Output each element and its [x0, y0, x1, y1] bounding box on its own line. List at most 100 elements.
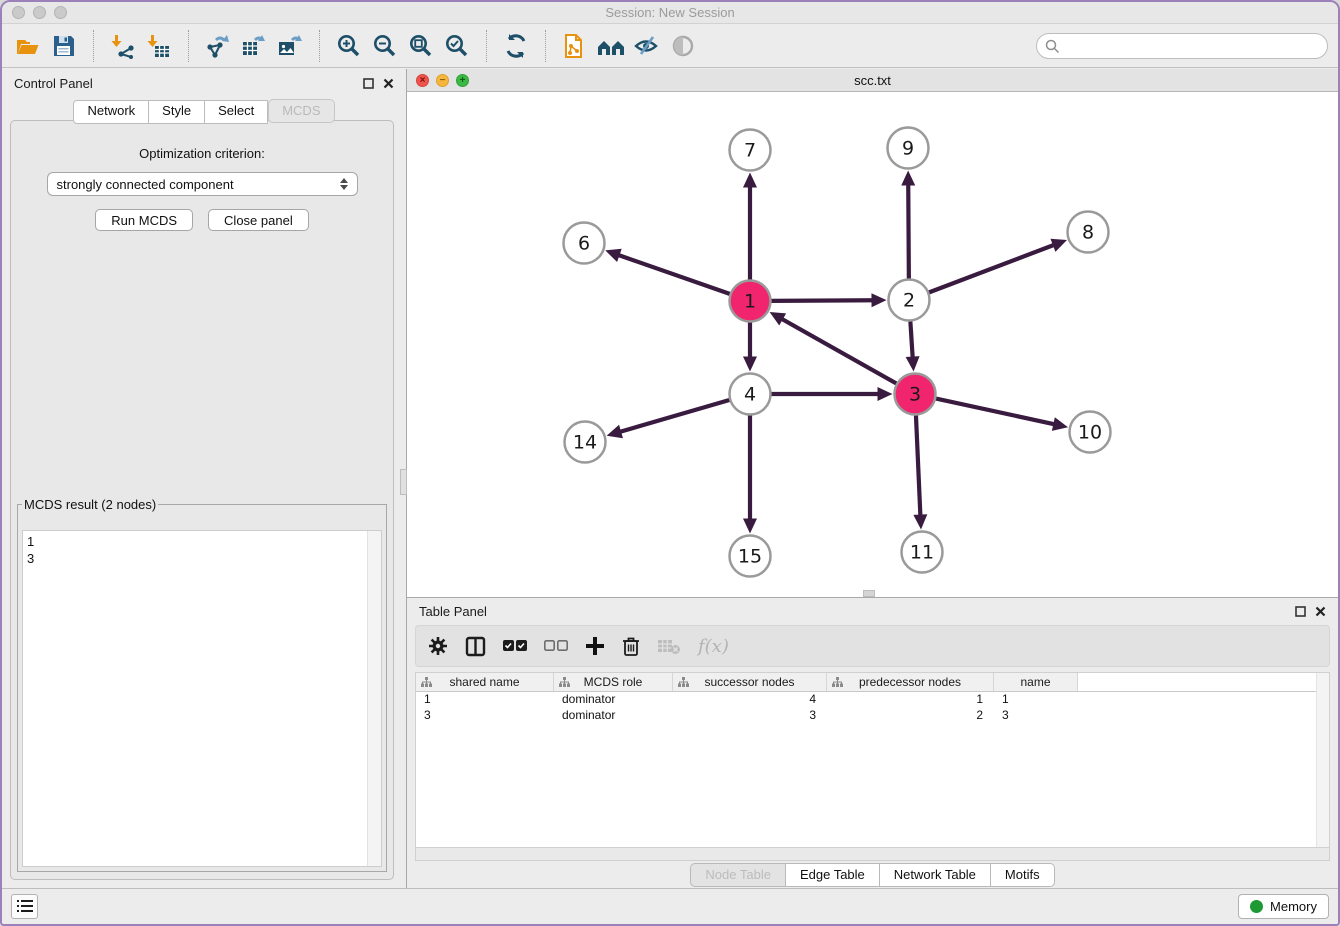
panel-splitter-handle[interactable] [400, 469, 407, 495]
graph-node-label: 1 [744, 291, 756, 313]
delete-row-icon[interactable] [622, 636, 640, 657]
table-cell[interactable]: 3 [994, 708, 1078, 724]
frame-minimize-icon[interactable]: − [436, 74, 449, 87]
float-panel-icon[interactable] [1295, 606, 1306, 617]
column-header-label: shared name [449, 675, 519, 689]
tab-edge-table[interactable]: Edge Table [786, 863, 880, 887]
graph-edge-2-9[interactable] [908, 182, 909, 278]
search-field[interactable] [1036, 33, 1328, 59]
apply-preferred-layout-icon[interactable] [500, 30, 532, 62]
memory-label: Memory [1270, 899, 1317, 914]
table-row[interactable]: 1dominator411 [416, 692, 1329, 708]
graph-node-label: 10 [1078, 422, 1102, 444]
unselect-all-icon[interactable] [544, 639, 568, 653]
column-header-predecessor-nodes[interactable]: predecessor nodes [827, 673, 994, 691]
status-bar: Memory [2, 888, 1338, 924]
delete-table-icon[interactable] [657, 637, 681, 655]
graph-edge-2-8[interactable] [929, 244, 1056, 292]
new-network-from-selection-icon[interactable] [559, 30, 591, 62]
tab-network-table[interactable]: Network Table [880, 863, 991, 887]
zoom-selected-icon[interactable] [441, 30, 473, 62]
table-tabs: Node TableEdge TableNetwork TableMotifs [690, 863, 1054, 887]
graph-edge-3-1[interactable] [780, 318, 896, 384]
add-row-icon[interactable] [585, 636, 605, 656]
search-input[interactable] [1066, 39, 1319, 54]
tab-node-table[interactable]: Node Table [690, 863, 786, 887]
graph-node-label: 15 [738, 546, 762, 568]
graph-edge-3-11[interactable] [916, 415, 921, 517]
control-panel-header: Control Panel [2, 69, 406, 97]
column-header-shared-name[interactable]: shared name [416, 673, 554, 691]
float-panel-icon[interactable] [363, 78, 374, 89]
select-all-icon[interactable] [503, 639, 527, 653]
zoom-in-icon[interactable] [333, 30, 365, 62]
close-panel-button[interactable]: Close panel [208, 209, 309, 231]
minimize-window-button[interactable] [33, 6, 46, 19]
show-all-icon[interactable] [667, 30, 699, 62]
task-history-button[interactable] [11, 894, 38, 919]
graph-edge-4-14[interactable] [618, 400, 729, 432]
graph-node-label: 14 [573, 432, 597, 454]
run-mcds-button[interactable]: Run MCDS [95, 209, 193, 231]
table-cell[interactable]: dominator [554, 708, 673, 724]
close-window-button[interactable] [12, 6, 25, 19]
graph-edge-1-6[interactable] [617, 254, 730, 294]
column-type-icon [678, 677, 689, 687]
toolbar-separator [319, 30, 320, 62]
close-panel-icon[interactable] [1315, 606, 1326, 617]
tab-network[interactable]: Network [73, 100, 149, 124]
memory-button[interactable]: Memory [1238, 894, 1329, 919]
table-options-icon[interactable] [428, 636, 448, 656]
canvas-hscroll-thumb[interactable] [863, 590, 875, 597]
close-panel-icon[interactable] [383, 78, 394, 89]
edge-arrowhead [743, 357, 757, 372]
first-neighbors-icon[interactable] [595, 30, 627, 62]
export-image-icon[interactable] [274, 30, 306, 62]
maximize-window-button[interactable] [54, 6, 67, 19]
tab-style[interactable]: Style [149, 100, 205, 124]
table-cell[interactable]: dominator [554, 692, 673, 708]
table-cell[interactable]: 1 [994, 692, 1078, 708]
tab-motifs[interactable]: Motifs [991, 863, 1055, 887]
criterion-dropdown[interactable]: strongly connected component [47, 172, 358, 196]
table-cell[interactable]: 2 [827, 708, 994, 724]
open-session-icon[interactable] [12, 30, 44, 62]
table-cell[interactable]: 1 [416, 692, 554, 708]
graph-edge-1-2[interactable] [771, 300, 874, 301]
table-cell[interactable]: 4 [673, 692, 827, 708]
mcds-tab-content: Optimization criterion: strongly connect… [10, 120, 394, 880]
import-network-from-file-icon[interactable] [107, 30, 139, 62]
import-table-from-file-icon[interactable] [143, 30, 175, 62]
table-cell[interactable]: 1 [827, 692, 994, 708]
graph-edge-2-3[interactable] [910, 321, 912, 359]
graph-edge-3-10[interactable] [936, 399, 1056, 425]
table-cell[interactable]: 3 [416, 708, 554, 724]
zoom-out-icon[interactable] [369, 30, 401, 62]
tab-select[interactable]: Select [205, 100, 268, 124]
frame-maximize-icon[interactable]: + [456, 74, 469, 87]
toolbar-separator [545, 30, 546, 62]
function-builder-icon[interactable]: f(x) [698, 636, 729, 657]
mcds-result-list[interactable]: 13 [22, 530, 382, 867]
network-graph[interactable]: 7968124314101511 [407, 92, 1336, 597]
edge-arrowhead [605, 249, 621, 262]
zoom-fit-content-icon[interactable] [405, 30, 437, 62]
export-table-icon[interactable] [238, 30, 270, 62]
column-header-MCDS-role[interactable]: MCDS role [554, 673, 673, 691]
control-panel: Control Panel NetworkStyleSelectMCDS Opt… [2, 69, 407, 888]
column-header-name[interactable]: name [994, 673, 1078, 691]
tab-mcds[interactable]: MCDS [268, 99, 334, 123]
column-header-successor-nodes[interactable]: successor nodes [673, 673, 827, 691]
table-cell[interactable]: 3 [673, 708, 827, 724]
show-column-icon[interactable] [465, 636, 486, 657]
result-scrollbar[interactable] [367, 531, 381, 866]
table-scrollbar[interactable] [1316, 673, 1329, 847]
graph-node-label: 3 [909, 384, 921, 406]
frame-close-icon[interactable]: × [416, 74, 429, 87]
table-row[interactable]: 3dominator323 [416, 708, 1329, 724]
toolbar-separator [486, 30, 487, 62]
export-network-icon[interactable] [202, 30, 234, 62]
hide-selected-icon[interactable] [631, 30, 663, 62]
save-session-icon[interactable] [48, 30, 80, 62]
network-canvas[interactable]: 7968124314101511 [407, 92, 1338, 597]
